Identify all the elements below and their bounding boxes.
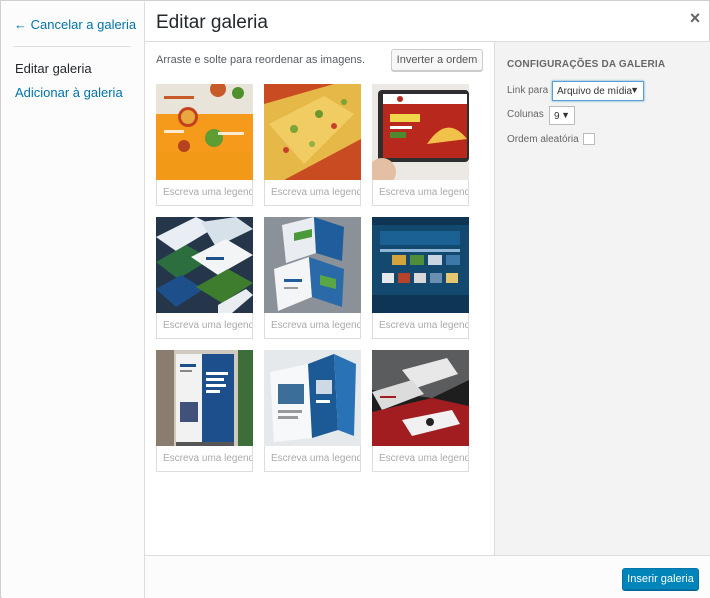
close-icon[interactable]: × bbox=[685, 8, 705, 28]
reorder-hint: Arraste e solte para reordenar as imagen… bbox=[156, 54, 366, 66]
dark-stationery-image[interactable] bbox=[372, 350, 469, 446]
modal-sidebar: ← Cancelar a galeria Editar galeria Adic… bbox=[2, 2, 145, 598]
link-to-value: Arquivo de mídia bbox=[557, 86, 633, 97]
caption-input[interactable]: Escreva uma legenda... bbox=[264, 180, 361, 206]
caption-input[interactable]: Escreva uma legenda... bbox=[372, 180, 469, 206]
page-title: Editar galeria bbox=[156, 12, 268, 33]
link-to-select[interactable]: Arquivo de mídia ▼ bbox=[552, 81, 644, 101]
caption-input[interactable]: Escreva uma legenda... bbox=[156, 446, 253, 472]
blue-website-image[interactable] bbox=[372, 217, 469, 313]
modal-footer: Inserir galeria bbox=[145, 555, 710, 598]
cancel-gallery-link[interactable]: ← Cancelar a galeria bbox=[14, 17, 136, 32]
brochures-flatlay-image[interactable] bbox=[156, 217, 253, 313]
back-arrow-icon: ← bbox=[14, 17, 27, 32]
settings-title: CONFIGURAÇÕES DA GALERIA bbox=[507, 59, 666, 70]
columns-value: 9 bbox=[554, 111, 560, 122]
sidebar-separator bbox=[14, 46, 130, 47]
tablet-pizza-site-image[interactable] bbox=[372, 84, 469, 180]
blue-folder-image[interactable] bbox=[264, 350, 361, 446]
pizza-closeup-image[interactable] bbox=[264, 84, 361, 180]
gallery-item[interactable]: Escreva uma legenda... bbox=[156, 84, 253, 206]
caption-input[interactable]: Escreva uma legenda... bbox=[372, 313, 469, 339]
dropdown-arrow-icon: ▼ bbox=[630, 85, 639, 95]
caption-input[interactable]: Escreva uma legenda... bbox=[372, 446, 469, 472]
gallery-settings-panel: CONFIGURAÇÕES DA GALERIA Link para Arqui… bbox=[494, 42, 710, 555]
media-modal: ← Cancelar a galeria Editar galeria Adic… bbox=[0, 0, 710, 598]
insert-gallery-button[interactable]: Inserir galeria bbox=[622, 568, 699, 590]
pizza-site-image[interactable] bbox=[156, 84, 253, 180]
gallery-item[interactable]: Escreva uma legenda... bbox=[264, 84, 361, 206]
caption-input[interactable]: Escreva uma legenda... bbox=[264, 446, 361, 472]
caption-input[interactable]: Escreva uma legenda... bbox=[156, 180, 253, 206]
cancel-gallery-label: Cancelar a galeria bbox=[30, 17, 137, 32]
gallery-item[interactable]: Escreva uma legenda... bbox=[372, 217, 469, 339]
gallery-item[interactable]: Escreva uma legenda... bbox=[372, 350, 469, 472]
caption-input[interactable]: Escreva uma legenda... bbox=[264, 313, 361, 339]
trifold-brochure-image[interactable] bbox=[264, 217, 361, 313]
rollup-banner-image[interactable] bbox=[156, 350, 253, 446]
gallery-item[interactable]: Escreva uma legenda... bbox=[156, 217, 253, 339]
gallery-item[interactable]: Escreva uma legenda... bbox=[156, 350, 253, 472]
link-to-label: Link para bbox=[507, 85, 549, 96]
gallery-item[interactable]: Escreva uma legenda... bbox=[372, 84, 469, 206]
random-order-checkbox[interactable] bbox=[583, 133, 595, 145]
random-order-label: Ordem aleatória bbox=[507, 134, 579, 145]
caption-input[interactable]: Escreva uma legenda... bbox=[156, 313, 253, 339]
sidebar-item-add-to-gallery[interactable]: Adicionar à galeria bbox=[15, 85, 123, 100]
sidebar-item-edit-gallery[interactable]: Editar galeria bbox=[15, 61, 92, 76]
columns-select[interactable]: 9 ▼ bbox=[549, 106, 575, 125]
reverse-order-button[interactable]: Inverter a ordem bbox=[391, 49, 483, 71]
dropdown-arrow-icon: ▼ bbox=[561, 110, 570, 120]
columns-label: Colunas bbox=[507, 109, 544, 120]
gallery-item[interactable]: Escreva uma legenda... bbox=[264, 217, 361, 339]
gallery-item[interactable]: Escreva uma legenda... bbox=[264, 350, 361, 472]
